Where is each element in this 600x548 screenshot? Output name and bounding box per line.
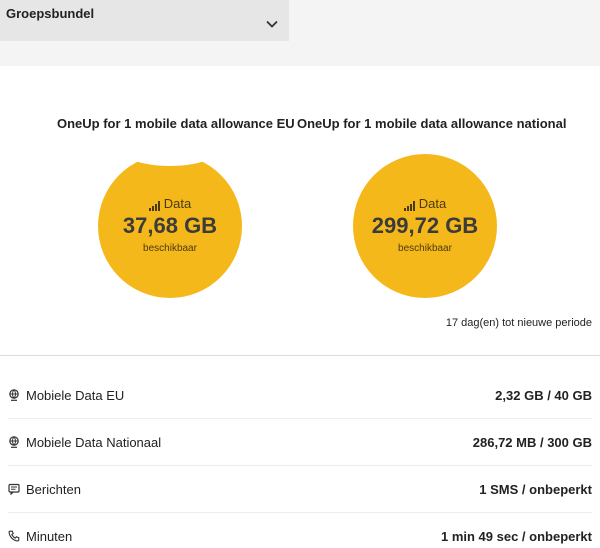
usage-row-data-eu: Mobiele Data EU 2,32 GB / 40 GB [8, 372, 592, 418]
bundle-select[interactable]: Groepsbundel [0, 0, 289, 41]
usage-row-data-national: Mobiele Data Nationaal 286,72 MB / 300 G… [8, 419, 592, 465]
data-gauge-eu: Data 37,68 GB beschikbaar [98, 130, 242, 298]
gauge-kind: Data [163, 196, 192, 211]
usage-value: 1 min 49 sec / onbeperkt [440, 528, 592, 544]
usage-value: 2,32 GB / 40 GB [495, 387, 592, 403]
message-icon [8, 483, 20, 495]
globe-icon [9, 389, 19, 401]
usage-label: Mobiele Data Nationaal [26, 434, 162, 450]
period-remaining: 17 dag(en) tot nieuwe periode [445, 317, 592, 329]
phone-icon [8, 530, 20, 542]
gauge-status: beschikbaar [143, 243, 197, 254]
usage-label: Minuten [26, 528, 73, 544]
bundle-card: OneUp for 1 mobile data allowance EU One… [0, 66, 600, 548]
usage-value: 1 SMS / onbeperkt [479, 481, 592, 497]
usage-label: Mobiele Data EU [26, 387, 125, 403]
chevron-down-icon [266, 20, 278, 28]
usage-label: Berichten [26, 481, 81, 497]
bundle-select-label: Groepsbundel [6, 6, 95, 21]
data-gauge-national: Data 299,72 GB beschikbaar [353, 154, 497, 298]
usage-row-messages: Berichten 1 SMS / onbeperkt [8, 466, 592, 512]
signal-icon [403, 201, 415, 211]
usage-value: 286,72 MB / 300 GB [472, 434, 592, 450]
bundle-title-national: OneUp for 1 mobile data allowance nation… [297, 116, 567, 131]
gauge-amount: 299,72 GB [371, 213, 479, 238]
bundle-title-eu: OneUp for 1 mobile data allowance EU [57, 116, 295, 131]
gauge-amount: 37,68 GB [122, 213, 218, 238]
usage-row-minutes: Minuten 1 min 49 sec / onbeperkt [8, 513, 592, 548]
signal-icon [148, 201, 160, 211]
used-segment [120, 130, 220, 166]
divider [0, 355, 600, 356]
globe-icon [9, 436, 19, 448]
gauge-status: beschikbaar [398, 243, 452, 254]
gauge-kind: Data [418, 196, 447, 211]
